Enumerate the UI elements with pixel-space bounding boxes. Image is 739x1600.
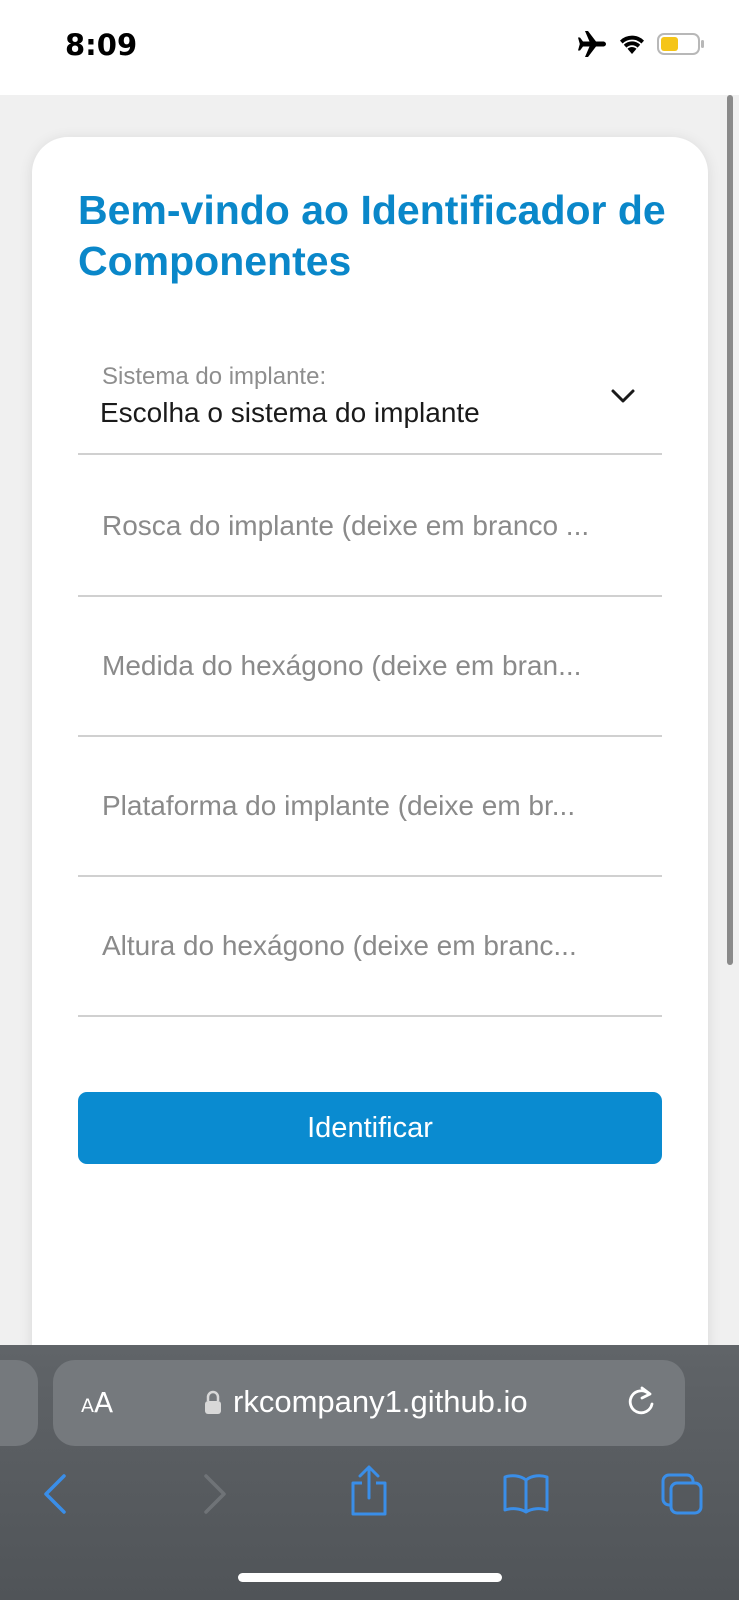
status-time: 8:09 — [65, 28, 138, 62]
wifi-icon — [617, 32, 647, 56]
share-icon[interactable] — [348, 1465, 390, 1522]
implant-thread-input[interactable] — [78, 457, 662, 595]
page: 8:09 Bem-vindo ao Identificador de Compo… — [0, 0, 739, 1600]
page-title: Bem-vindo ao Identificador de Componente… — [78, 187, 666, 284]
safari-bottom-bar: AA rkcompany1.github.io — [0, 1345, 739, 1600]
hex-size-field-wrapper — [78, 597, 662, 737]
home-indicator[interactable] — [238, 1573, 502, 1582]
form-card: Bem-vindo ao Identificador de Componente… — [32, 137, 708, 1397]
scroll-indicator[interactable] — [727, 95, 733, 965]
status-bar: 8:09 — [0, 0, 739, 95]
chevron-down-icon — [611, 389, 635, 403]
address-bar[interactable]: AA rkcompany1.github.io — [53, 1360, 685, 1446]
identify-button[interactable]: Identificar — [78, 1092, 662, 1164]
url-text: rkcompany1.github.io — [233, 1384, 528, 1419]
aa-big-label: A — [94, 1386, 114, 1419]
lock-icon — [203, 1390, 223, 1421]
battery-icon — [657, 32, 705, 56]
airplane-icon — [577, 30, 607, 58]
reload-icon[interactable] — [625, 1385, 657, 1424]
previous-tab-pill[interactable] — [0, 1360, 38, 1446]
implant-system-select[interactable]: Sistema do implante: Escolha o sistema d… — [78, 347, 662, 455]
page-settings-button[interactable]: AA — [81, 1386, 113, 1419]
status-icons — [577, 30, 705, 58]
implant-system-value: Escolha o sistema do implante — [100, 397, 480, 428]
aa-small-label: A — [81, 1395, 94, 1417]
platform-field-wrapper — [78, 737, 662, 877]
bookmarks-icon[interactable] — [502, 1472, 550, 1519]
implant-system-label: Sistema do implante: — [102, 363, 327, 390]
hex-size-input[interactable] — [78, 597, 662, 735]
hex-height-field-wrapper — [78, 877, 662, 1017]
implant-platform-input[interactable] — [78, 737, 662, 875]
back-icon[interactable] — [40, 1472, 70, 1521]
tabs-icon[interactable] — [660, 1472, 704, 1521]
forward-icon[interactable] — [200, 1472, 230, 1521]
hex-height-input[interactable] — [78, 877, 662, 1015]
thread-field-wrapper — [78, 457, 662, 597]
